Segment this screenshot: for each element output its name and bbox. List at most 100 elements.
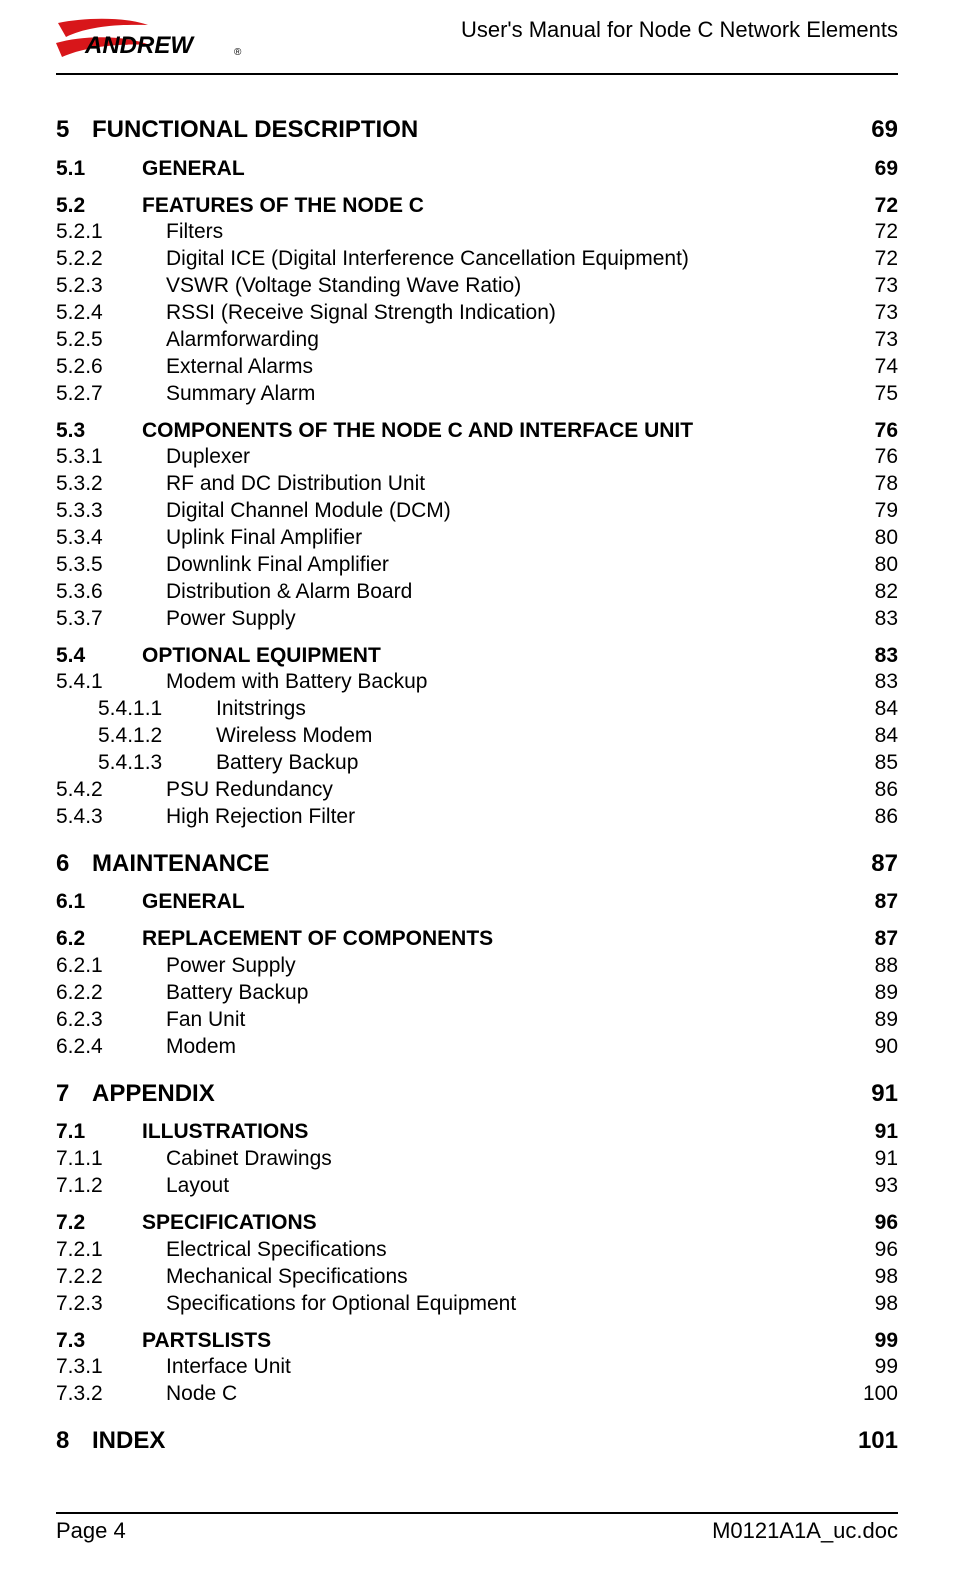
- toc-entry-page: 83: [858, 606, 898, 633]
- toc-entry-title: Interface Unit: [166, 1354, 291, 1381]
- toc-entry-left: 6.2REPLACEMENT OF COMPONENTS: [56, 926, 493, 953]
- toc-entry-number: 5.4.3: [56, 804, 166, 831]
- toc-entry-page: 73: [858, 300, 898, 327]
- toc-entry-page: 76: [858, 444, 898, 471]
- toc-entry-number: 5.4.1.2: [56, 723, 216, 750]
- toc-entry-number: 5.2.4: [56, 300, 166, 327]
- toc-entry-number: 5: [56, 115, 92, 146]
- toc-entry: 6.2REPLACEMENT OF COMPONENTS 87: [56, 926, 898, 953]
- toc-entry: 7.3.2Node C100: [56, 1381, 898, 1408]
- toc-entry-page: 91: [858, 1146, 898, 1173]
- toc-entry-number: 7.2.2: [56, 1264, 166, 1291]
- toc-entry-title: Modem: [166, 1034, 236, 1061]
- toc-entry-title: GENERAL: [142, 889, 245, 916]
- toc-entry-title: Duplexer: [166, 444, 250, 471]
- toc-entry-title: MAINTENANCE: [92, 849, 269, 880]
- toc-entry-page: 69: [858, 115, 898, 146]
- toc-spacer: [56, 408, 898, 418]
- toc-entry-left: 5.3.4Uplink Final Amplifier: [56, 525, 362, 552]
- toc-entry-number: 5.3.1: [56, 444, 166, 471]
- toc-entry-title: Layout: [166, 1173, 229, 1200]
- toc-entry-left: 5.3.1Duplexer: [56, 444, 250, 471]
- toc-entry-title: Mechanical Specifications: [166, 1264, 408, 1291]
- toc-entry-page: 87: [858, 926, 898, 953]
- toc-entry-page: 74: [858, 354, 898, 381]
- toc-entry: 7APPENDIX 91: [56, 1079, 898, 1110]
- toc-entry: 5.3.4Uplink Final Amplifier80: [56, 525, 898, 552]
- toc-entry-left: 5.3.2RF and DC Distribution Unit: [56, 471, 425, 498]
- toc-entry-number: 5.3: [56, 418, 142, 445]
- toc-entry-title: External Alarms: [166, 354, 313, 381]
- toc-entry-page: 90: [858, 1034, 898, 1061]
- toc-entry-page: 99: [858, 1328, 898, 1355]
- toc-entry-number: 7.3.1: [56, 1354, 166, 1381]
- toc-entry-number: 7.3.2: [56, 1381, 166, 1408]
- toc-entry-page: 87: [858, 889, 898, 916]
- toc-entry-number: 5.3.7: [56, 606, 166, 633]
- page-footer: Page 4 M0121A1A_uc.doc: [56, 1472, 898, 1544]
- toc-entry-page: 69: [858, 156, 898, 183]
- toc-entry-left: 6.2.3Fan Unit: [56, 1007, 245, 1034]
- toc-entry-page: 73: [858, 327, 898, 354]
- toc-entry-number: 7.2: [56, 1210, 142, 1237]
- toc-entry-number: 6.2.2: [56, 980, 166, 1007]
- toc-entry-left: 5.2.5Alarmforwarding: [56, 327, 319, 354]
- toc-entry: 7.2.3Specifications for Optional Equipme…: [56, 1291, 898, 1318]
- toc-entry-number: 6.2.4: [56, 1034, 166, 1061]
- table-of-contents: 5FUNCTIONAL DESCRIPTION 69 5.1 GENERAL 69 5.2…: [56, 75, 898, 1472]
- toc-entry-number: 5.2.7: [56, 381, 166, 408]
- toc-entry-number: 5.1: [56, 156, 142, 183]
- toc-entry-title: Summary Alarm: [166, 381, 315, 408]
- toc-entry-title: ILLUSTRATIONS: [142, 1119, 308, 1146]
- toc-entry-page: 91: [858, 1079, 898, 1110]
- toc-entry-left: 5.3.3Digital Channel Module (DCM): [56, 498, 451, 525]
- toc-entry-left: 5.4.1.2Wireless Modem: [56, 723, 372, 750]
- toc-spacer: [56, 831, 898, 849]
- toc-spacer: [56, 879, 898, 889]
- toc-entry-left: 7.3PARTSLISTS: [56, 1328, 271, 1355]
- toc-entry: 7.1.2Layout 93: [56, 1173, 898, 1200]
- toc-entry: 6.2.4Modem 90: [56, 1034, 898, 1061]
- toc-spacer: [56, 183, 898, 193]
- toc-entry-page: 86: [858, 777, 898, 804]
- toc-entry-title: RSSI (Receive Signal Strength Indication…: [166, 300, 556, 327]
- toc-entry: 5.3COMPONENTS OF THE NODE C AND INTERFAC…: [56, 418, 898, 445]
- toc-entry-title: APPENDIX: [92, 1079, 215, 1110]
- toc-entry-number: 7: [56, 1079, 92, 1110]
- toc-entry: 7.1.1Cabinet Drawings91: [56, 1146, 898, 1173]
- toc-entry-left: 5.2FEATURES OF THE NODE C: [56, 193, 424, 220]
- toc-entry: 8INDEX101: [56, 1426, 898, 1457]
- toc-entry-page: 98: [858, 1264, 898, 1291]
- toc-entry: 6.2.3Fan Unit89: [56, 1007, 898, 1034]
- toc-entry: 5.2FEATURES OF THE NODE C72: [56, 193, 898, 220]
- toc-entry-left: 5.3.5Downlink Final Amplifier: [56, 552, 389, 579]
- toc-entry-left: 7.3.1Interface Unit: [56, 1354, 291, 1381]
- toc-spacer: [56, 146, 898, 156]
- toc-entry-left: 7.1.2Layout: [56, 1173, 229, 1200]
- toc-entry-page: 86: [858, 804, 898, 831]
- toc-entry-title: FUNCTIONAL DESCRIPTION: [92, 115, 418, 146]
- toc-entry: 5.4.1.2Wireless Modem84: [56, 723, 898, 750]
- toc-entry: 5.3.1Duplexer 76: [56, 444, 898, 471]
- toc-entry: 5.4.1Modem with Battery Backup83: [56, 669, 898, 696]
- toc-entry-page: 75: [858, 381, 898, 408]
- toc-entry-left: 6.2.2Battery Backup: [56, 980, 308, 1007]
- toc-entry-number: 5.3.3: [56, 498, 166, 525]
- toc-entry-left: 7.3.2Node C: [56, 1381, 237, 1408]
- toc-entry-title: Node C: [166, 1381, 237, 1408]
- toc-entry: 6.2.1Power Supply88: [56, 953, 898, 980]
- toc-entry-left: 5.3.7Power Supply: [56, 606, 296, 633]
- toc-entry: 7.2.2Mechanical Specifications 98: [56, 1264, 898, 1291]
- toc-entry-title: Uplink Final Amplifier: [166, 525, 362, 552]
- toc-entry-page: 87: [858, 849, 898, 880]
- toc-entry: 5.3.7Power Supply 83: [56, 606, 898, 633]
- toc-entry-number: 6.2.3: [56, 1007, 166, 1034]
- logo-text: ANDREW: [84, 32, 195, 59]
- toc-entry-title: RF and DC Distribution Unit: [166, 471, 425, 498]
- toc-entry: 7.2SPECIFICATIONS96: [56, 1210, 898, 1237]
- toc-entry-number: 7.2.1: [56, 1237, 166, 1264]
- toc-entry-left: 7.2.3Specifications for Optional Equipme…: [56, 1291, 516, 1318]
- toc-entry-page: 82: [858, 579, 898, 606]
- toc-entry-page: 93: [858, 1173, 898, 1200]
- toc-entry-number: 6.2: [56, 926, 142, 953]
